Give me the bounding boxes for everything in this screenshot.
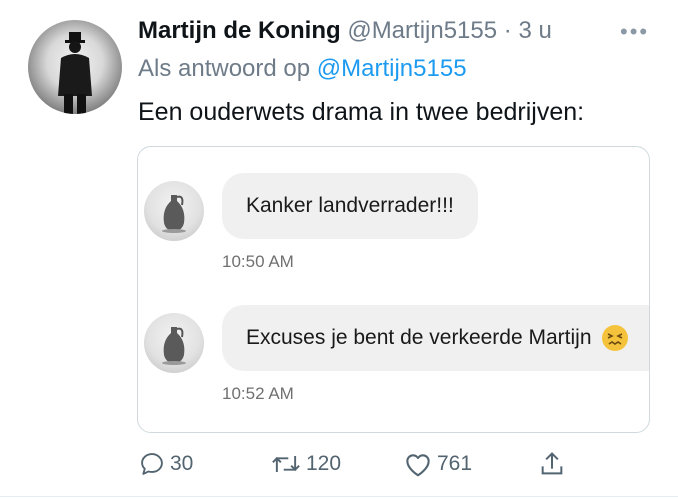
chat-avatar	[144, 313, 204, 373]
reply-button[interactable]: 30	[138, 446, 193, 482]
reply-mention-link[interactable]: @Martijn5155	[317, 55, 467, 82]
chat-avatar	[144, 181, 204, 241]
reply-context: Als antwoord op @Martijn5155	[138, 54, 467, 84]
chat-timestamp: 10:52 AM	[222, 384, 294, 403]
author-name[interactable]: Martijn de Koning	[138, 17, 341, 44]
tweet-actions: 30 120 761	[0, 446, 678, 482]
share-button[interactable]	[538, 446, 566, 482]
tweet-header: Martijn de Koning @Martijn5155 · 3 u	[138, 16, 552, 46]
like-button[interactable]: 761	[403, 446, 472, 482]
chat-bubble: Excuses je bent de verkeerde Martijn	[222, 305, 649, 371]
tweet-media-image[interactable]: Kanker landverrader!!! 10:50 AM Excuses …	[137, 146, 650, 433]
share-icon	[541, 452, 563, 475]
tweet-text: Een ouderwets drama in twee bedrijven:	[138, 98, 585, 126]
author-handle[interactable]: @Martijn5155	[347, 17, 497, 44]
reply-count: 30	[170, 452, 194, 475]
tweet-divider	[0, 496, 678, 497]
chat-message-text: Excuses je bent de verkeerde Martijn	[246, 326, 592, 349]
tweet-timestamp[interactable]: 3 u	[518, 17, 551, 44]
chat-timestamp: 10:50 AM	[222, 252, 294, 271]
retweet-count: 120	[306, 452, 342, 475]
more-options-icon[interactable]: •••	[620, 18, 656, 46]
confounded-face-icon	[601, 325, 628, 351]
silhouette-figure	[58, 32, 92, 114]
author-avatar[interactable]	[28, 20, 122, 114]
chat-bubble: Kanker landverrader!!!	[222, 173, 478, 239]
reply-icon	[141, 453, 163, 475]
vase-icon	[162, 327, 186, 365]
separator-dot: ·	[503, 17, 512, 44]
heart-icon	[406, 454, 430, 477]
retweet-button[interactable]: 120	[270, 446, 341, 482]
retweet-icon	[272, 456, 300, 472]
reply-prefix: Als antwoord op	[138, 55, 311, 82]
like-count: 761	[437, 452, 473, 475]
chat-message-text: Kanker landverrader!!!	[246, 194, 454, 217]
vase-icon	[162, 195, 186, 233]
